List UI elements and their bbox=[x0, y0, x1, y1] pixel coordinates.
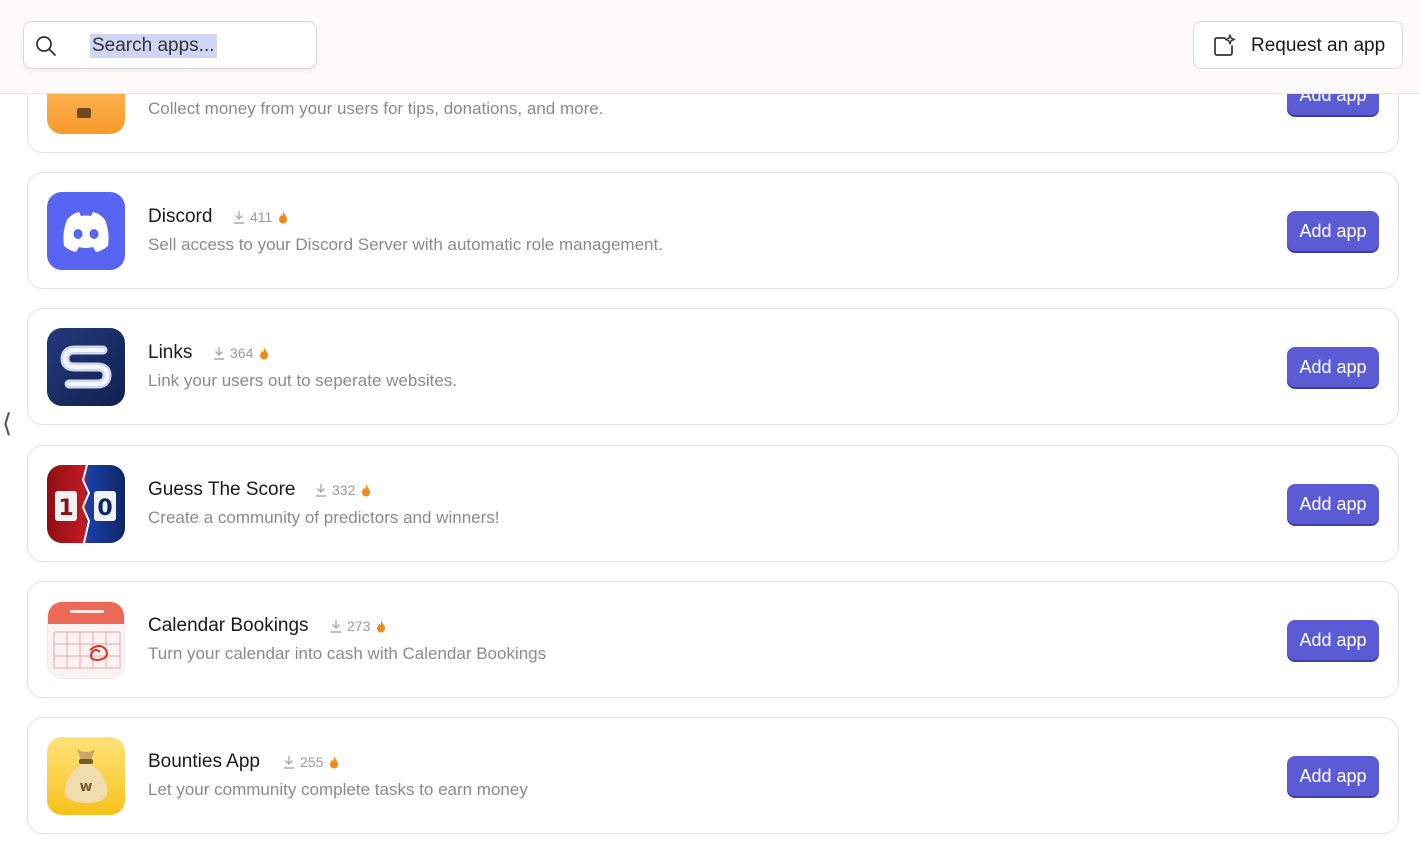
search-box[interactable]: Search apps... bbox=[23, 21, 317, 69]
search-input[interactable]: Search apps... bbox=[90, 34, 217, 58]
app-card-guess-the-score[interactable]: 1 0 Guess The Score 332 Create a communi… bbox=[27, 445, 1399, 562]
svg-text:1: 1 bbox=[58, 496, 73, 521]
download-count: 332 bbox=[315, 482, 376, 498]
links-icon bbox=[47, 328, 125, 406]
download-count: 255 bbox=[283, 754, 344, 770]
download-icon bbox=[234, 211, 244, 224]
app-description: Collect money from your users for tips, … bbox=[148, 99, 604, 118]
app-description: Create a community of predictors and win… bbox=[148, 508, 500, 527]
scoreboard-icon: 1 0 bbox=[47, 465, 125, 543]
app-description: Turn your calendar into cash with Calend… bbox=[148, 644, 547, 663]
app-description: Let your community complete tasks to ear… bbox=[148, 780, 528, 799]
app-title: Links bbox=[148, 342, 193, 363]
collapse-sidebar-icon[interactable]: ⟨ bbox=[2, 408, 12, 439]
request-app-label: Request an app bbox=[1251, 35, 1386, 56]
download-count: 364 bbox=[213, 345, 274, 361]
money-bag-icon: w bbox=[47, 737, 125, 815]
app-description: Sell access to your Discord Server with … bbox=[148, 235, 663, 254]
app-list: Collect money from your users for tips, … bbox=[0, 0, 1420, 846]
svg-text:w: w bbox=[80, 779, 93, 795]
app-card-calendar-bookings[interactable]: Calendar Bookings 273 Turn your calendar… bbox=[27, 581, 1399, 698]
app-card-discord[interactable]: Discord 411 Sell access to your Discord … bbox=[27, 172, 1399, 289]
app-title: Discord bbox=[148, 206, 213, 227]
download-count: 411 bbox=[233, 209, 293, 225]
calendar-icon bbox=[47, 601, 125, 679]
svg-text:0: 0 bbox=[97, 496, 112, 521]
add-app-button[interactable]: Add app bbox=[1287, 756, 1379, 796]
fire-icon bbox=[377, 619, 386, 632]
fire-icon bbox=[330, 755, 339, 768]
top-bar: Search apps... Request an app bbox=[0, 0, 1420, 94]
app-title: Bounties App bbox=[148, 751, 260, 772]
download-icon bbox=[214, 347, 224, 360]
app-title: Guess The Score bbox=[148, 479, 296, 500]
app-card-bounties-app[interactable]: w Bounties App 255 Let your community co… bbox=[27, 717, 1399, 834]
add-app-button[interactable]: Add app bbox=[1287, 211, 1379, 251]
add-app-button[interactable]: Add app bbox=[1287, 347, 1379, 387]
fire-icon bbox=[279, 210, 288, 223]
app-description: Link your users out to seperate websites… bbox=[148, 371, 457, 390]
download-count: 273 bbox=[330, 618, 391, 634]
request-app-button[interactable]: Request an app bbox=[1193, 21, 1403, 69]
app-card-links[interactable]: Links 364 Link your users out to seperat… bbox=[27, 308, 1399, 425]
search-icon bbox=[36, 36, 56, 56]
download-icon bbox=[284, 756, 294, 769]
discord-icon bbox=[47, 192, 125, 270]
download-icon bbox=[316, 484, 326, 497]
add-app-button[interactable]: Add app bbox=[1287, 620, 1379, 660]
add-app-button[interactable]: Add app bbox=[1287, 484, 1379, 524]
download-icon bbox=[331, 620, 341, 633]
app-title: Calendar Bookings bbox=[148, 615, 309, 636]
fire-icon bbox=[362, 483, 371, 496]
sparkle-edit-icon bbox=[1214, 34, 1236, 56]
fire-icon bbox=[260, 346, 269, 359]
